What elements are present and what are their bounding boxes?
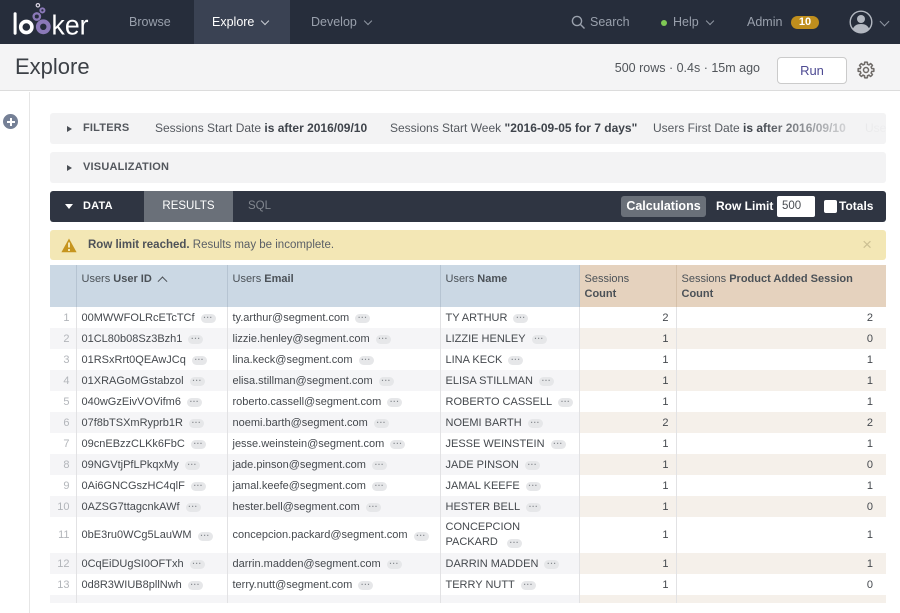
svg-text:ker: ker <box>52 10 89 41</box>
